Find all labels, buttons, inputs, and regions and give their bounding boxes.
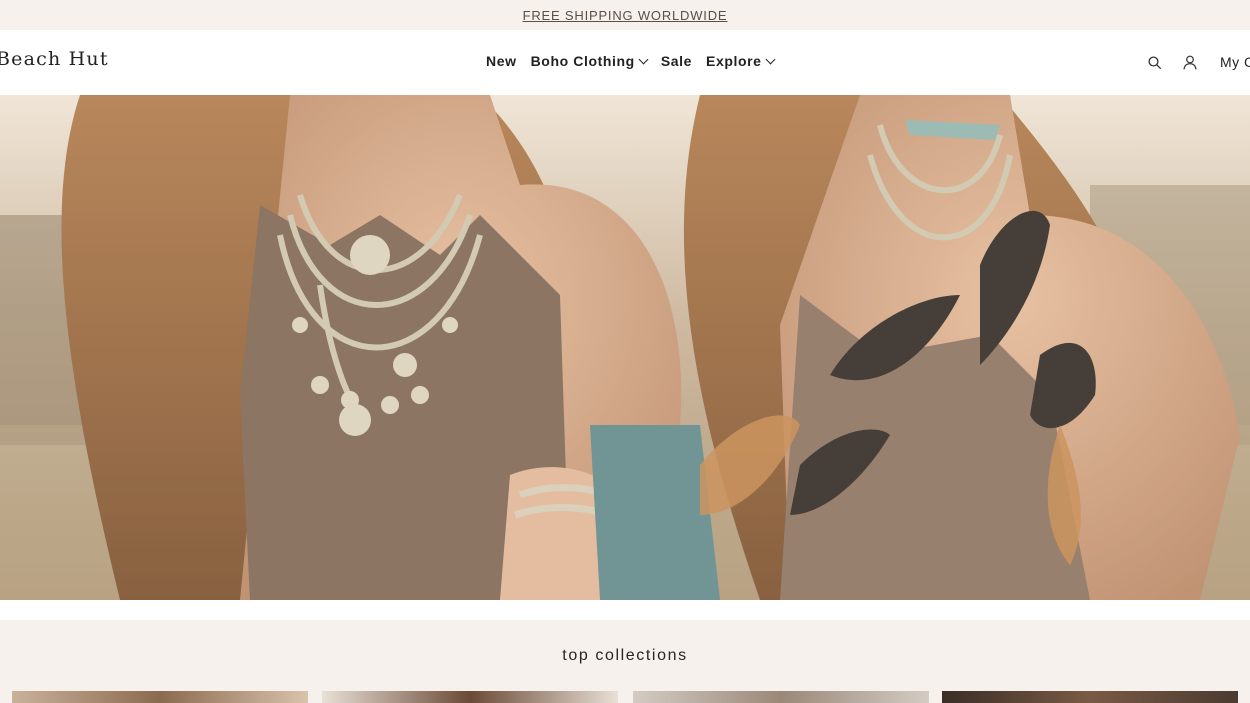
nav-item-new[interactable]: New: [486, 53, 517, 69]
hero-banner[interactable]: [0, 95, 1250, 600]
announcement-bar: FREE SHIPPING WORLDWIDE: [0, 0, 1250, 30]
collection-tile[interactable]: [942, 691, 1238, 703]
main-nav: New Boho Clothing Sale Explore: [486, 53, 776, 69]
section-divider: [0, 600, 1250, 620]
search-icon[interactable]: [1148, 56, 1161, 69]
account-icon[interactable]: [1183, 55, 1197, 70]
collection-tile[interactable]: [322, 691, 618, 703]
nav-item-explore[interactable]: Explore: [706, 53, 776, 69]
nav-item-sale[interactable]: Sale: [661, 53, 692, 69]
nav-item-label: Sale: [660, 53, 693, 69]
collection-tile[interactable]: [633, 691, 929, 703]
chevron-down-icon: [765, 54, 776, 64]
top-collections-section: top collections: [0, 620, 1250, 703]
hero-image: [0, 95, 1250, 600]
nav-item-boho-clothing[interactable]: Boho Clothing: [530, 53, 649, 69]
free-shipping-link[interactable]: FREE SHIPPING WORLDWIDE: [523, 8, 728, 23]
site-logo[interactable]: Beach Hut: [0, 48, 109, 70]
collection-tile[interactable]: [12, 691, 308, 703]
site-header: Beach Hut New Boho Clothing Sale Explore…: [0, 30, 1250, 95]
section-title: top collections: [562, 647, 688, 664]
nav-item-label: Explore: [706, 53, 762, 69]
nav-item-label: Boho Clothing: [530, 53, 635, 69]
chevron-down-icon: [638, 54, 649, 64]
nav-item-label: New: [486, 53, 517, 69]
cart-link[interactable]: My C: [1220, 54, 1250, 70]
